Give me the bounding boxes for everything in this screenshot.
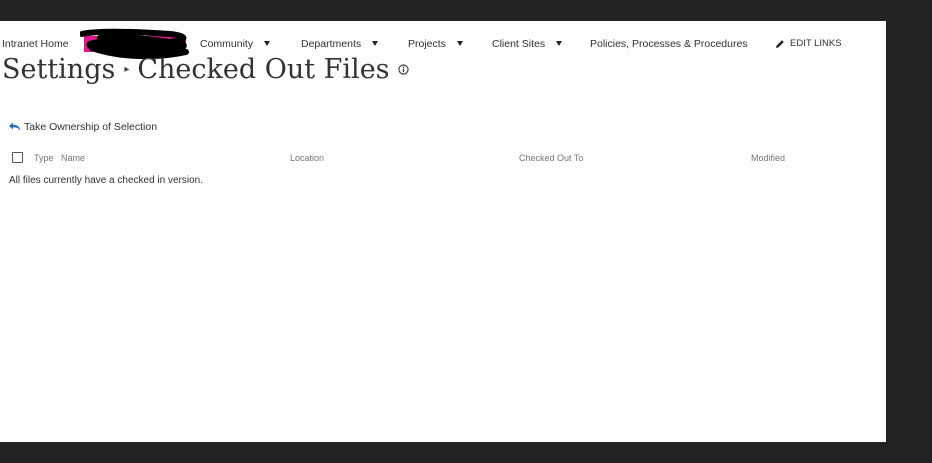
chevron-down-icon: [456, 40, 463, 46]
page-title: Settings ▸ Checked Out Files: [2, 54, 409, 85]
top-navigation: Intranet Home Community Departments Proj…: [0, 28, 886, 60]
nav-label: Departments: [301, 38, 362, 50]
page-canvas: Intranet Home Community Departments Proj…: [0, 21, 886, 442]
select-all-checkbox[interactable]: [12, 152, 23, 163]
pencil-icon: [776, 39, 784, 48]
column-header-checked-out-to[interactable]: Checked Out To: [519, 153, 583, 163]
nav-label: Client Sites: [492, 38, 546, 50]
nav-policies[interactable]: Policies, Processes & Procedures: [590, 38, 748, 50]
nav-community[interactable]: Community: [200, 38, 271, 50]
column-header-name[interactable]: Name: [61, 153, 85, 163]
chevron-down-icon: [556, 40, 563, 46]
take-ownership-button[interactable]: Take Ownership of Selection: [8, 121, 157, 133]
breadcrumb-separator-icon: ▸: [124, 64, 130, 75]
nav-label: Policies, Processes & Procedures: [590, 38, 748, 50]
table-header: Type Name Location Checked Out To Modifi…: [12, 152, 872, 166]
breadcrumb-current: Checked Out Files: [137, 54, 390, 85]
nav-projects[interactable]: Projects: [408, 38, 463, 50]
nav-client-sites[interactable]: Client Sites: [492, 38, 563, 50]
empty-state-message: All files currently have a checked in ve…: [9, 175, 203, 186]
chevron-down-icon: [264, 40, 271, 46]
nav-departments[interactable]: Departments: [301, 38, 379, 50]
edit-links-button[interactable]: EDIT LINKS: [775, 38, 842, 49]
nav-label: Projects: [408, 38, 446, 50]
nav-intranet-home[interactable]: Intranet Home: [2, 38, 69, 50]
column-header-location[interactable]: Location: [290, 153, 324, 163]
breadcrumb-settings-link[interactable]: Settings: [2, 54, 115, 85]
take-ownership-label: Take Ownership of Selection: [24, 121, 158, 133]
info-icon[interactable]: [397, 64, 409, 75]
edit-links-label: EDIT LINKS: [790, 38, 842, 49]
nav-label: Intranet Home: [2, 38, 69, 50]
column-header-type[interactable]: Type: [34, 153, 54, 163]
undo-arrow-icon: [9, 122, 20, 131]
nav-label: Community: [200, 38, 254, 50]
column-header-modified[interactable]: Modified: [751, 153, 785, 163]
chevron-down-icon: [372, 40, 379, 46]
